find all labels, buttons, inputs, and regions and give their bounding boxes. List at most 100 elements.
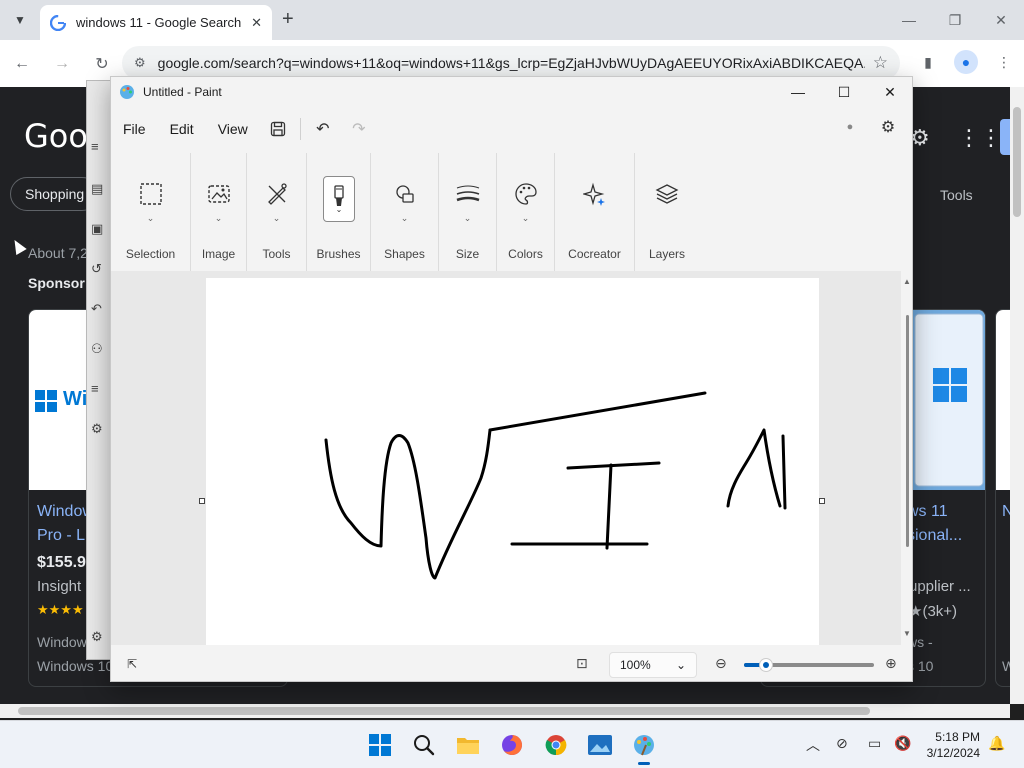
maximize-icon[interactable]: ☐ <box>821 77 867 107</box>
ribbon-group-tools[interactable]: ⌄ Tools <box>247 153 307 271</box>
chevron-down-icon[interactable]: ⌄ <box>401 213 409 225</box>
windows-taskbar: ︿ ⊘ ▭ 🔇 5:18 PM 3/12/2024 🔔 <box>0 720 1024 768</box>
start-windows-icon[interactable] <box>364 729 396 761</box>
sponsored-label: Sponsor <box>28 275 85 291</box>
chevron-down-icon: ⌄ <box>675 658 686 672</box>
site-info-icon[interactable]: ⚙ <box>134 55 146 71</box>
zoom-in-icon[interactable]: ⊕ <box>885 655 897 672</box>
account-icon[interactable]: ● <box>836 113 864 141</box>
product-title-line2[interactable]: sional... <box>907 524 962 548</box>
settings-gear-icon[interactable]: ⚙ <box>874 113 902 141</box>
scroll-down-icon[interactable]: ▼ <box>903 629 911 638</box>
side-panel-icon[interactable]: ▮ <box>916 50 940 74</box>
ribbon-group-image[interactable]: ⌄ Image <box>191 153 247 271</box>
zoom-slider[interactable] <box>744 658 874 672</box>
photos-icon[interactable] <box>584 729 616 761</box>
product-title-line1[interactable]: N <box>1002 500 1010 524</box>
chrome-icon[interactable] <box>540 729 572 761</box>
product-card[interactable]: N W <box>995 309 1010 687</box>
file-menu[interactable]: File <box>111 113 158 145</box>
bookmark-star-icon[interactable]: ☆ <box>873 53 888 73</box>
page-vertical-scrollbar[interactable] <box>1010 87 1024 704</box>
drawing-canvas[interactable] <box>206 278 819 645</box>
page-horizontal-scrollbar[interactable] <box>0 704 1010 718</box>
edit-menu[interactable]: Edit <box>158 113 206 145</box>
paint-taskbar-icon[interactable] <box>628 729 660 765</box>
tools-button[interactable]: Tools <box>940 187 973 203</box>
menu-kebab-icon[interactable]: ⋮ <box>992 50 1016 74</box>
new-tab-plus-icon[interactable]: + <box>282 8 294 31</box>
canvas-workspace[interactable] <box>111 271 901 645</box>
sign-in-button[interactable] <box>1000 119 1010 155</box>
resize-handle-right[interactable] <box>819 498 825 504</box>
undo-icon[interactable]: ↶ <box>305 113 341 145</box>
zoom-slider-knob[interactable] <box>759 658 773 672</box>
pencil-tools-icon[interactable] <box>260 177 294 211</box>
background-app-window: ≡ ▤ ▣ ↺ ↶ ⚇ ≡ ⚙ ⚙ <box>86 80 112 660</box>
back-arrow-icon[interactable]: ← <box>4 46 40 82</box>
fit-to-window-icon[interactable]: ⊡ <box>576 655 588 672</box>
image-icon[interactable] <box>202 177 236 211</box>
search-icon[interactable] <box>408 729 440 761</box>
selection-icon[interactable] <box>134 177 168 211</box>
resize-handle-left[interactable] <box>199 498 205 504</box>
stroke-size-icon[interactable] <box>451 177 485 211</box>
chevron-down-icon[interactable]: ⌄ <box>464 213 472 225</box>
menu-right-actions: ● ⚙ <box>836 113 902 141</box>
clock-time: 5:18 PM <box>935 730 980 744</box>
chevron-down-icon[interactable]: ⌄ <box>522 213 530 225</box>
restore-icon[interactable]: ❐ <box>932 0 978 40</box>
ribbon-group-colors[interactable]: ⌄ Colors <box>497 153 555 271</box>
system-clock[interactable]: 5:18 PM 3/12/2024 <box>918 729 980 761</box>
network-off-icon[interactable]: ⊘ <box>836 735 848 752</box>
brush-icon[interactable]: ⌄ <box>322 176 355 222</box>
ribbon-group-layers[interactable]: Layers <box>635 153 699 271</box>
view-menu[interactable]: View <box>206 113 260 145</box>
layers-icon[interactable] <box>650 177 684 211</box>
scroll-up-icon[interactable]: ▲ <box>903 277 911 286</box>
zoom-out-icon[interactable]: ⊖ <box>715 655 727 672</box>
apps-grid-icon[interactable]: ⋮⋮ <box>958 125 1002 151</box>
paint-titlebar[interactable]: Untitled - Paint — ☐ ✕ <box>111 77 912 107</box>
redo-icon[interactable]: ↷ <box>341 113 377 145</box>
chevron-down-icon[interactable]: ⌄ <box>147 213 155 225</box>
canvas-vertical-scrollbar[interactable]: ▲ ▼ <box>901 277 914 645</box>
browser-window-controls: — ❐ ✕ <box>886 0 1024 40</box>
save-icon[interactable] <box>260 113 296 145</box>
minimize-icon[interactable]: — <box>775 77 821 107</box>
close-icon[interactable]: ✕ <box>867 77 913 107</box>
file-explorer-icon[interactable] <box>452 729 484 761</box>
firefox-icon[interactable] <box>496 729 528 761</box>
list-icon: ≡ <box>91 381 99 396</box>
sparkle-icon[interactable] <box>578 177 612 211</box>
palette-icon[interactable] <box>509 177 543 211</box>
ribbon-group-selection[interactable]: ⌄ Selection <box>111 153 191 271</box>
product-title-line2[interactable]: Pro - L <box>37 524 85 548</box>
volume-muted-icon[interactable]: 🔇 <box>894 735 911 752</box>
ribbon-group-size[interactable]: ⌄ Size <box>439 153 497 271</box>
clock-date: 3/12/2024 <box>926 746 980 760</box>
ribbon-group-shapes[interactable]: ⌄ Shapes <box>371 153 439 271</box>
url-text[interactable]: google.com/search?q=windows+11&oq=window… <box>158 55 865 71</box>
close-window-icon[interactable]: ✕ <box>978 0 1024 40</box>
profile-avatar-icon[interactable]: ● <box>954 50 978 74</box>
ribbon-group-brushes[interactable]: ⌄ Brushes <box>307 153 371 271</box>
browser-tab[interactable]: windows 11 - Google Search ✕ <box>40 5 272 40</box>
scroll-thumb[interactable] <box>18 707 870 715</box>
tray-chevron-up-icon[interactable]: ︿ <box>806 735 820 755</box>
ribbon-group-cocreator[interactable]: Cocreator <box>555 153 635 271</box>
minimize-icon[interactable]: — <box>886 0 932 40</box>
chevron-down-icon[interactable]: ⌄ <box>215 213 223 225</box>
forward-arrow-icon[interactable]: → <box>44 46 80 82</box>
address-bar[interactable]: ⚙ google.com/search?q=windows+11&oq=wind… <box>122 46 900 80</box>
shapes-icon[interactable] <box>388 177 422 211</box>
notification-bell-icon[interactable]: 🔔 <box>988 735 1005 752</box>
tab-close-icon[interactable]: ✕ <box>251 15 262 31</box>
hand-drawn-strokes <box>324 391 787 580</box>
chevron-down-icon[interactable]: ⌄ <box>273 213 281 225</box>
scroll-thumb[interactable] <box>906 315 909 547</box>
zoom-select[interactable]: 100% ⌄ <box>609 652 697 678</box>
scroll-thumb[interactable] <box>1013 107 1021 217</box>
tab-search-chevron-icon[interactable]: ▼ <box>8 8 32 32</box>
display-icon[interactable]: ▭ <box>868 735 881 752</box>
